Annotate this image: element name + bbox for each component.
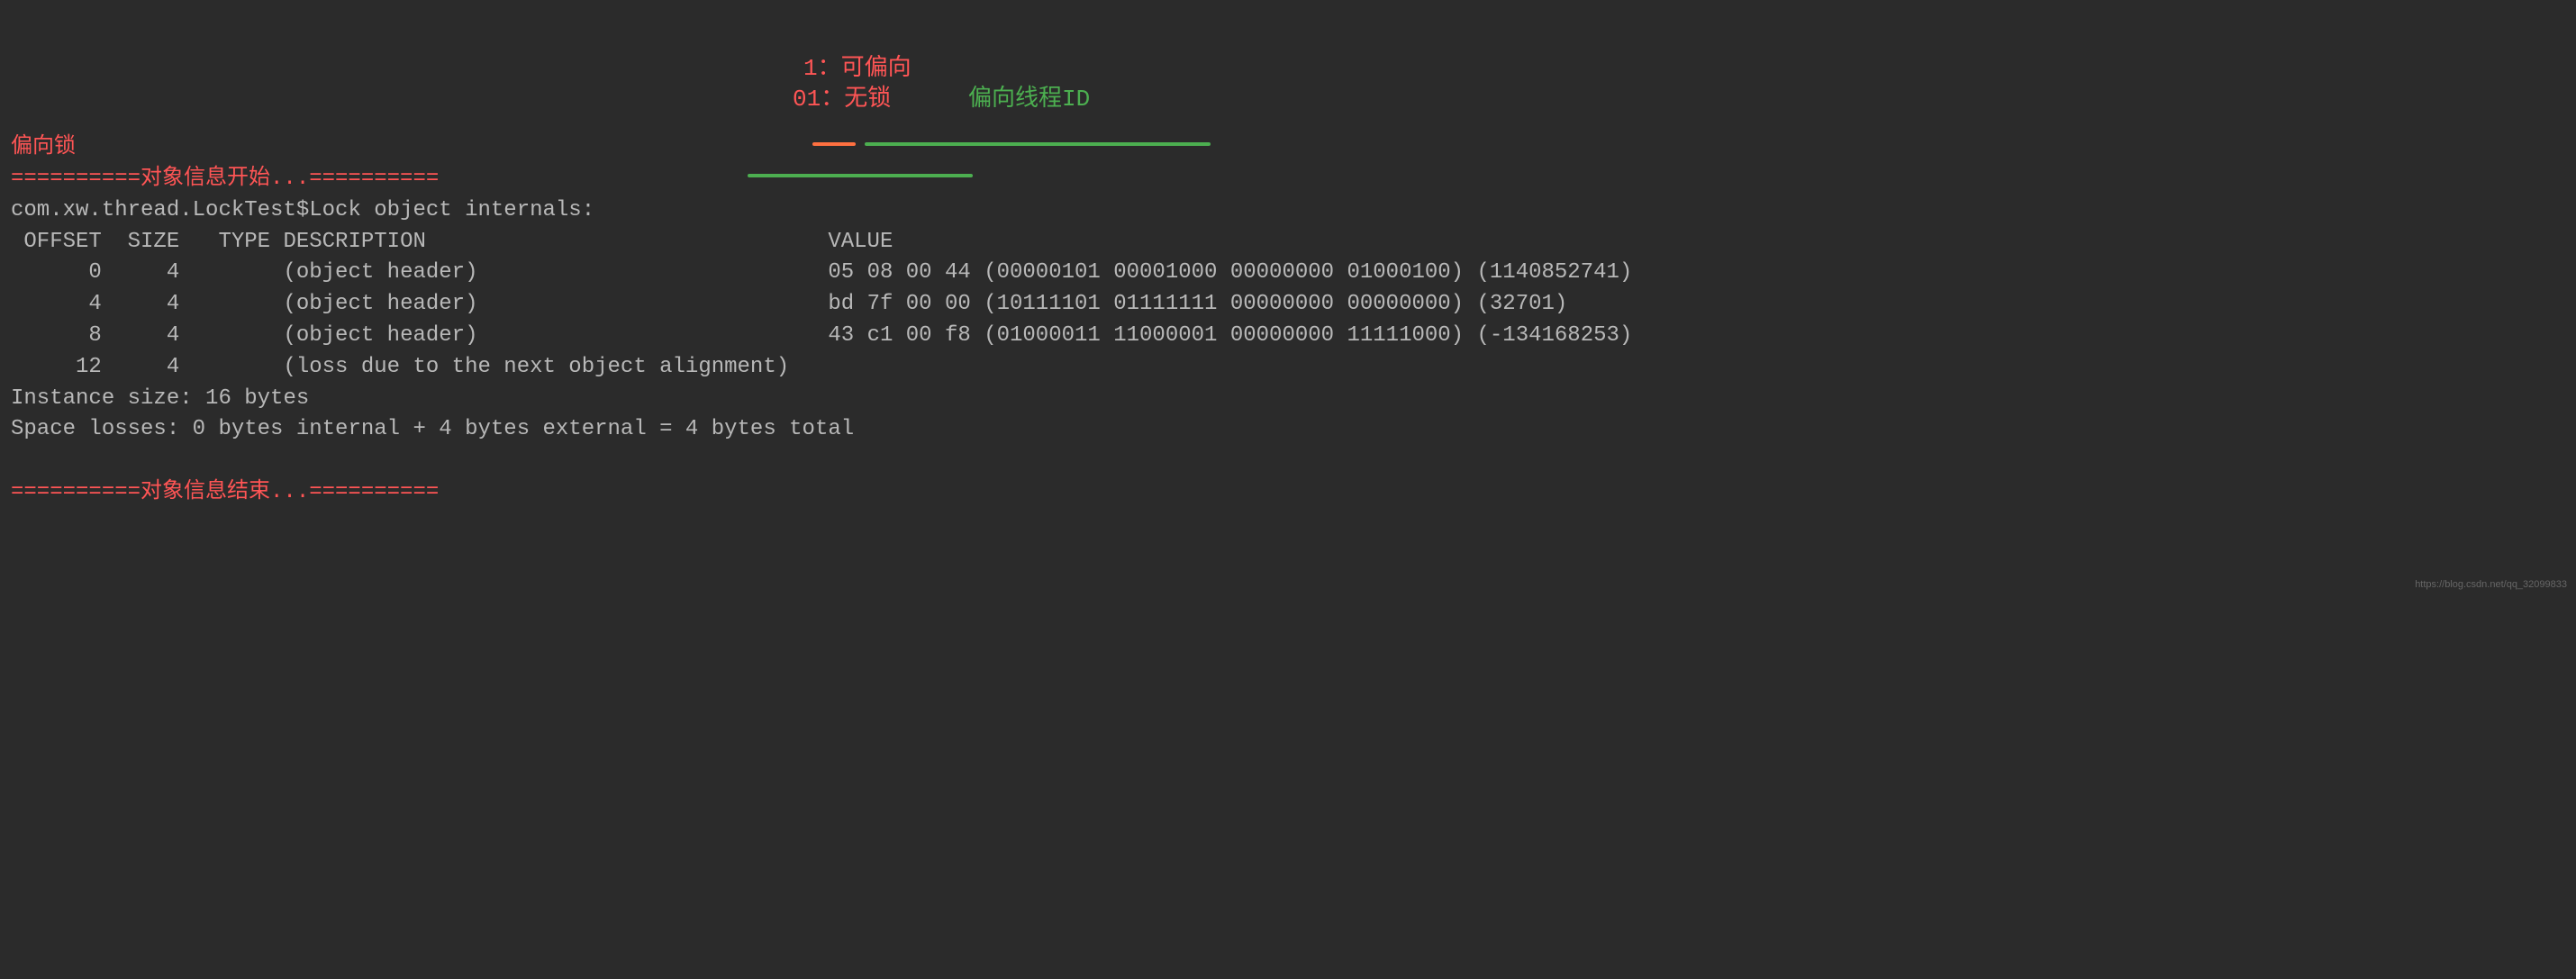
underline-orange-1 [812, 142, 856, 146]
row-0-hex: 05 08 00 44 [828, 260, 984, 285]
instance-size: Instance size: 16 bytes [11, 386, 309, 411]
annotation-thread-id: 偏向线程ID [968, 83, 1090, 117]
row-2-decimal: (-134168253) [1476, 323, 1632, 348]
row-1-binary: (10111101 01111111 00000000 00000000) [984, 292, 1476, 316]
start-marker: ==========对象信息开始...========== [11, 167, 439, 191]
lock-type-label: 偏向锁 [11, 135, 76, 159]
row-0-decimal: (1140852741) [1476, 260, 1632, 285]
space-losses: Space losses: 0 bytes internal + 4 bytes… [11, 417, 854, 441]
row-2-left: 8 4 (object header) [11, 323, 828, 348]
row-2-hex: 43 c1 00 f8 [828, 323, 984, 348]
watermark: https://blog.csdn.net/qq_32099833 [2415, 578, 2567, 593]
column-headers: OFFSET SIZE TYPE DESCRIPTION VALUE [11, 230, 893, 254]
row-1-decimal: (32701) [1476, 292, 1567, 316]
annotation-no-lock: 01：无锁 [793, 83, 891, 117]
class-line: com.xw.thread.LockTest$Lock object inter… [11, 198, 594, 222]
row-0-binary: (00000101 00001000 00000000 01000100) [984, 260, 1476, 285]
row-2-binary: (01000011 11000001 00000000 11111000) [984, 323, 1476, 348]
underline-green-2 [748, 174, 973, 177]
underline-green-1 [865, 142, 1211, 146]
row-0-left: 0 4 (object header) [11, 260, 828, 285]
annotation-biasable: 1：可偏向 [803, 52, 912, 86]
terminal-output: 偏向锁 ==========对象信息开始...========== com.xw… [11, 132, 2565, 509]
row-1-hex: bd 7f 00 00 [828, 292, 984, 316]
row-1-left: 4 4 (object header) [11, 292, 828, 316]
row-3-left: 12 4 (loss due to the next object alignm… [11, 355, 789, 379]
end-marker: ==========对象信息结束...========== [11, 480, 439, 504]
